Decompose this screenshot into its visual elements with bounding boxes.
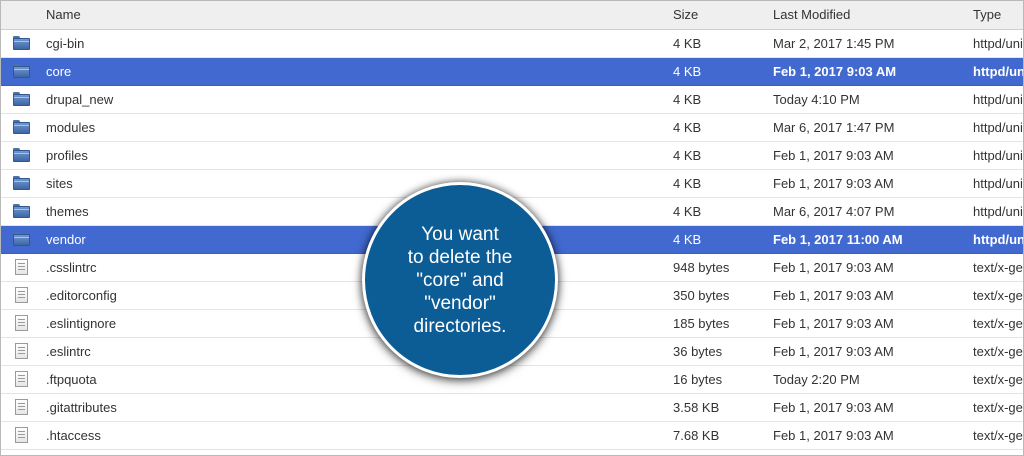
file-last-modified: Feb 1, 2017 9:03 AM (773, 176, 894, 191)
file-type: text/x-generic (973, 428, 1023, 443)
file-last-modified: Feb 1, 2017 9:03 AM (773, 428, 894, 443)
file-name: .csslintrc (46, 260, 97, 275)
file-type: httpd/unix-directory (973, 36, 1024, 51)
table-header: Name Size Last Modified Type (1, 1, 1023, 30)
file-name: core (46, 64, 72, 79)
file-row[interactable]: .ftpquota 16 bytes Today 2:20 PM text/x-gen… (1, 366, 1023, 394)
file-type: httpd/unix-directory (973, 176, 1024, 191)
file-size: 4 KB (673, 92, 702, 107)
file-last-modified: Feb 1, 2017 11:00 AM (773, 232, 903, 247)
folder-icon (13, 176, 30, 191)
file-name: .editorconfig (46, 288, 117, 303)
file-type: httpd/unix-directory (973, 120, 1024, 135)
file-name: themes (46, 204, 89, 219)
file-type: text/x-generic (973, 400, 1023, 415)
callout-bubble: You want to delete the "core" and "vendo… (362, 182, 558, 378)
file-size: 350 bytes (673, 288, 730, 303)
file-icon (15, 371, 28, 387)
file-icon (15, 427, 28, 443)
folder-icon (13, 36, 30, 51)
file-size: 3.58 KB (673, 400, 720, 415)
column-header-size[interactable]: Size (673, 1, 698, 29)
file-type: text/x-generic (973, 316, 1023, 331)
column-header-type[interactable]: Type (973, 1, 1001, 29)
file-type: text/x-generic (973, 344, 1023, 359)
file-size: 4 KB (673, 148, 702, 163)
file-type: text/x-generic (973, 288, 1023, 303)
file-icon (15, 343, 28, 359)
file-size: 4 KB (673, 232, 702, 247)
file-name: .eslintrc (46, 344, 91, 359)
file-name: sites (46, 176, 73, 191)
callout-text: You want to delete the "core" and "vendo… (407, 223, 513, 337)
file-size: 7.68 KB (673, 428, 720, 443)
folder-row[interactable]: core 4 KB Feb 1, 2017 9:03 AM httpd/unix-di… (1, 58, 1023, 86)
file-type: text/x-generic (973, 260, 1023, 275)
file-size: 4 KB (673, 204, 702, 219)
file-type: httpd/unix-directory (973, 204, 1024, 219)
file-size: 4 KB (673, 176, 702, 191)
file-icon (15, 287, 28, 303)
file-last-modified: Feb 1, 2017 9:03 AM (773, 148, 894, 163)
file-last-modified: Mar 2, 2017 1:45 PM (773, 36, 895, 51)
folder-icon (13, 148, 30, 163)
file-type: httpd/unix-directory (973, 92, 1024, 107)
file-name: .ftpquota (46, 372, 97, 387)
file-last-modified: Feb 1, 2017 9:03 AM (773, 400, 894, 415)
folder-icon (13, 204, 30, 219)
folder-row[interactable]: modules 4 KB Mar 6, 2017 1:47 PM httpd/unix… (1, 114, 1023, 142)
folder-row[interactable]: sites 4 KB Feb 1, 2017 9:03 AM httpd/unix-d… (1, 170, 1023, 198)
file-icon (15, 259, 28, 275)
file-last-modified: Today 2:20 PM (773, 372, 860, 387)
folder-icon (13, 92, 30, 107)
file-row[interactable]: .gitattributes 3.58 KB Feb 1, 2017 9:03 AM… (1, 394, 1023, 422)
folder-row[interactable]: cgi-bin 4 KB Mar 2, 2017 1:45 PM httpd/unix… (1, 30, 1023, 58)
file-size: 16 bytes (673, 372, 723, 387)
file-type: httpd/unix-directory (973, 232, 1023, 247)
file-name: .eslintignore (46, 316, 117, 331)
file-name: vendor (46, 232, 86, 247)
file-row[interactable]: .htaccess 7.68 KB Feb 1, 2017 9:03 AM text/… (1, 422, 1023, 450)
file-last-modified: Mar 6, 2017 1:47 PM (773, 120, 895, 135)
file-name: .htaccess (46, 428, 101, 443)
file-size: 4 KB (673, 64, 702, 79)
file-last-modified: Mar 6, 2017 4:07 PM (773, 204, 895, 219)
column-header-last-modified[interactable]: Last Modified (773, 1, 850, 29)
file-last-modified: Feb 1, 2017 9:03 AM (773, 344, 894, 359)
column-header-name[interactable]: Name (46, 1, 81, 29)
file-name: profiles (46, 148, 88, 163)
file-type: httpd/unix-directory (973, 148, 1024, 163)
file-icon (15, 315, 28, 331)
file-name: drupal_new (46, 92, 114, 107)
file-name: modules (46, 120, 96, 135)
file-size: 4 KB (673, 36, 702, 51)
folder-icon (13, 120, 30, 135)
file-last-modified: Feb 1, 2017 9:03 AM (773, 288, 894, 303)
file-size: 4 KB (673, 120, 702, 135)
file-last-modified: Feb 1, 2017 9:03 AM (773, 260, 894, 275)
file-last-modified: Feb 1, 2017 9:03 AM (773, 316, 894, 331)
file-name: cgi-bin (46, 36, 85, 51)
file-size: 36 bytes (673, 344, 723, 359)
file-last-modified: Today 4:10 PM (773, 92, 860, 107)
folder-icon (13, 232, 30, 247)
file-last-modified: Feb 1, 2017 9:03 AM (773, 64, 897, 79)
folder-row[interactable]: drupal_new 4 KB Today 4:10 PM httpd/unix-di… (1, 86, 1023, 114)
file-size: 948 bytes (673, 260, 730, 275)
file-icon (15, 399, 28, 415)
file-type: text/x-generic (973, 372, 1023, 387)
file-type: httpd/unix-directory (973, 64, 1023, 79)
folder-icon (13, 64, 30, 79)
file-size: 185 bytes (673, 316, 730, 331)
folder-row[interactable]: profiles 4 KB Feb 1, 2017 9:03 AM httpd/uni… (1, 142, 1023, 170)
file-name: .gitattributes (46, 400, 117, 415)
